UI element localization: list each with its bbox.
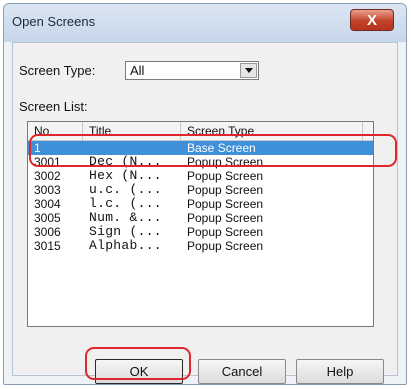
close-button[interactable]: X [350,9,394,31]
list-item-title: Alphab... [89,238,162,253]
list-item-screen-type: Popup Screen [187,225,264,239]
list-item-no: 3002 [34,169,61,183]
list-item-title: Num. &... [89,210,162,225]
help-button[interactable]: Help [296,359,384,384]
list-item[interactable]: 3006 Sign (... Popup Screen [28,224,373,240]
screen-type-dropdown[interactable]: All [125,61,259,80]
list-item[interactable]: 3002 Hex (N... Popup Screen [28,168,373,184]
screen-type-value: All [130,63,145,78]
title-bar[interactable]: Open Screens X [4,4,406,42]
list-item-screen-type: Popup Screen [187,239,264,253]
list-item-screen-type: Popup Screen [187,169,264,183]
dialog-client-area: Screen Type: All Screen List: No. Title … [12,42,398,384]
open-screens-dialog: Open Screens X Screen Type: All Screen L… [3,3,407,385]
list-item-no: 3003 [34,183,61,197]
list-item-screen-type: Popup Screen [187,197,264,211]
list-item-screen-type: Popup Screen [187,211,264,225]
list-item-title: Sign (... [89,224,162,239]
highlight-ok-button [85,347,191,380]
list-item[interactable]: 3015 Alphab... Popup Screen [28,238,373,254]
window-title: Open Screens [12,14,96,29]
list-item-screen-type: Popup Screen [187,183,264,197]
list-item[interactable]: 3003 u.c. (... Popup Screen [28,182,373,198]
list-item[interactable]: 3005 Num. &... Popup Screen [28,210,373,226]
cancel-button[interactable]: Cancel [198,359,286,384]
list-item-title: u.c. (... [89,182,162,197]
list-item-no: 3006 [34,225,61,239]
list-item-no: 3005 [34,211,61,225]
dropdown-button[interactable] [240,63,257,78]
list-item[interactable]: 3004 l.c. (... Popup Screen [28,196,373,212]
list-item-no: 3004 [34,197,61,211]
list-item-no: 3015 [34,239,61,253]
list-item-title: l.c. (... [89,196,162,211]
chevron-down-icon [244,68,253,73]
highlight-selected-row [29,134,397,167]
screen-list-label: Screen List: [19,99,88,114]
list-item-title: Hex (N... [89,168,162,183]
screen-type-label: Screen Type: [19,63,96,78]
close-icon: X [366,11,377,29]
